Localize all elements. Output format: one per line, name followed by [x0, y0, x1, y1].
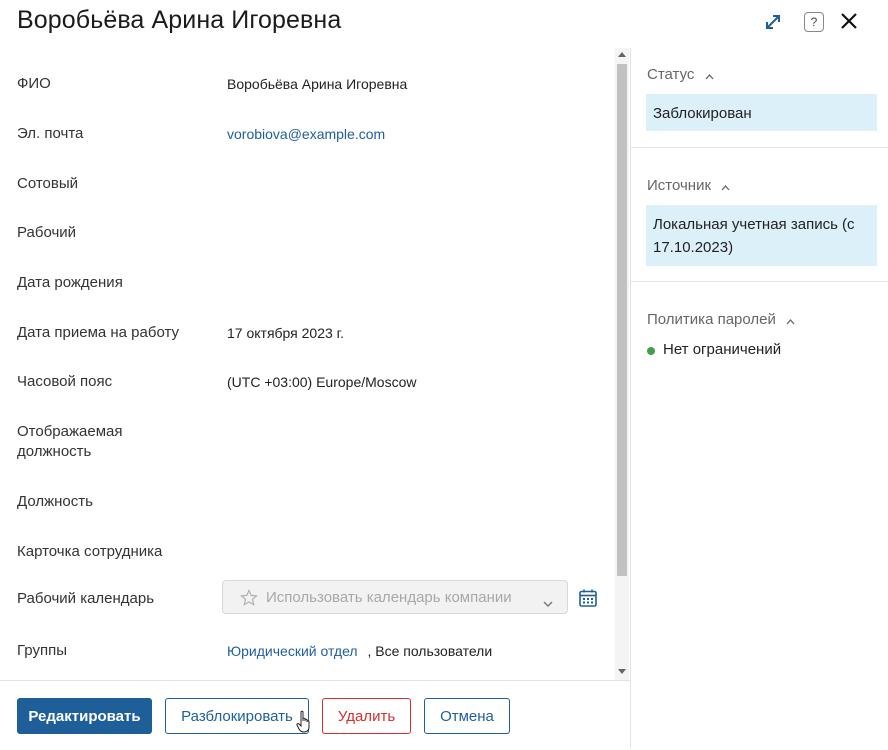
calendar-select[interactable]: Использовать календарь компании	[222, 580, 568, 614]
field-value: 17 октября 2023 г.	[227, 325, 344, 341]
source-section-toggle[interactable]: Источник	[647, 177, 730, 195]
field-label: Рабочий календарь	[17, 590, 155, 607]
close-icon[interactable]	[837, 9, 861, 33]
calendar-icon[interactable]	[578, 588, 598, 608]
source-title: Источник	[647, 177, 712, 194]
edit-button[interactable]: Редактировать	[17, 698, 152, 734]
star-icon	[240, 589, 258, 612]
field-label: Должность	[17, 493, 93, 510]
calendar-select-value: Использовать календарь компании	[266, 589, 512, 606]
field-label: Эл. почта	[17, 125, 84, 142]
source-value: Локальная учетная запись (с 17.10.2023)	[646, 205, 877, 266]
field-label: Дата рождения	[17, 274, 123, 291]
groups-list: Юридический отдел , Все пользователи	[227, 641, 492, 661]
field-label: Часовой пояс	[17, 373, 113, 390]
page-title: Воробьёва Арина Игоревна	[17, 6, 342, 34]
cancel-button[interactable]: Отмена	[424, 698, 510, 734]
field-label: Дата приема на работу	[17, 324, 180, 341]
field-label: Карточка сотрудника	[17, 543, 163, 560]
chevron-up-icon	[705, 67, 714, 84]
group-link[interactable]: Юридический отдел	[227, 643, 358, 659]
scrollbar[interactable]	[615, 48, 629, 680]
field-label: Рабочий	[17, 224, 77, 241]
scroll-thumb[interactable]	[617, 64, 627, 576]
field-value: Воробьёва Арина Игоревна	[227, 76, 408, 92]
field-label: Отображаемая должность	[17, 423, 123, 460]
chevron-up-icon	[721, 178, 730, 195]
unblock-button[interactable]: Разблокировать	[165, 698, 309, 734]
policy-value: Нет ограничений	[663, 341, 782, 358]
section-divider	[631, 147, 888, 148]
policy-title: Политика паролей	[647, 311, 776, 328]
status-title: Статус	[647, 66, 695, 83]
section-divider	[631, 281, 888, 282]
field-label: Группы	[17, 642, 67, 659]
field-label: Сотовый	[17, 175, 79, 192]
policy-section-toggle[interactable]: Политика паролей	[647, 311, 795, 329]
scroll-up-icon[interactable]	[618, 52, 626, 57]
status-section-toggle[interactable]: Статус	[647, 66, 714, 84]
action-bar: Редактировать Разблокировать Удалить Отм…	[0, 680, 630, 750]
chevron-down-icon	[543, 594, 553, 612]
field-value: (UTC +03:00) Europe/Moscow	[227, 374, 417, 390]
hand-cursor-icon	[296, 710, 312, 734]
scroll-down-icon[interactable]	[618, 669, 626, 674]
help-icon[interactable]: ?	[804, 12, 824, 32]
status-dot-icon	[647, 347, 655, 355]
group-link[interactable]: , Все пользователи	[367, 643, 492, 659]
info-sidebar: Статус Заблокирован Источник Локальная у…	[631, 48, 888, 749]
chevron-up-icon	[786, 312, 795, 329]
email-link[interactable]: vorobiova@example.com	[227, 124, 385, 144]
expand-icon[interactable]	[762, 11, 784, 33]
field-label: ФИО	[17, 75, 51, 92]
delete-button[interactable]: Удалить	[322, 698, 411, 734]
status-badge: Заблокирован	[646, 94, 877, 131]
